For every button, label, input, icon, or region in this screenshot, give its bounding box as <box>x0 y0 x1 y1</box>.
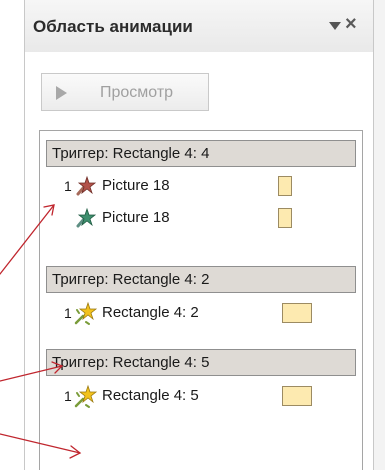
trigger-header[interactable]: Триггер: Rectangle 4: 4 <box>46 140 356 167</box>
star-effect-yellow-icon <box>74 301 98 325</box>
right-edge-background <box>373 0 385 470</box>
pane-title: Область анимации <box>33 17 193 36</box>
stage: Область анимации × Просмотр Триггер: Rec… <box>0 0 385 470</box>
animation-list: Триггер: Rectangle 4: 4 1 Picture 18 Pic… <box>39 130 363 470</box>
close-icon[interactable]: × <box>345 14 357 34</box>
preview-button[interactable]: Просмотр <box>41 73 209 111</box>
row-number: 1 <box>64 388 72 404</box>
timing-bar[interactable] <box>278 208 292 228</box>
star-effect-green-icon <box>76 207 97 228</box>
row-number: 1 <box>64 305 72 321</box>
row-number: 1 <box>64 178 72 194</box>
trigger-header[interactable]: Триггер: Rectangle 4: 2 <box>46 266 356 293</box>
pane-header: Область анимации × <box>25 0 373 52</box>
trigger-label: Триггер: Rectangle 4: 4 <box>52 145 210 162</box>
star-effect-red-icon <box>76 175 97 196</box>
trigger-label: Триггер: Rectangle 4: 5 <box>52 354 210 371</box>
animation-pane: Область анимации × Просмотр Триггер: Rec… <box>24 0 374 470</box>
row-label: Picture 18 <box>102 177 170 194</box>
star-effect-yellow-icon <box>74 384 98 408</box>
trigger-label: Триггер: Rectangle 4: 2 <box>52 271 210 288</box>
trigger-header[interactable]: Триггер: Rectangle 4: 5 <box>46 349 356 376</box>
row-label: Rectangle 4: 5 <box>102 387 199 404</box>
timing-bar[interactable] <box>282 386 312 406</box>
animation-row[interactable]: Picture 18 <box>46 203 356 233</box>
timing-bar[interactable] <box>278 176 292 196</box>
row-label: Picture 18 <box>102 209 170 226</box>
animation-row[interactable]: 1 Picture 18 <box>46 171 356 201</box>
preview-button-label: Просмотр <box>100 84 174 101</box>
animation-row[interactable]: 1 Rectangle 4: 5 <box>46 381 356 411</box>
animation-row[interactable]: 1 Rectangle 4: 2 <box>46 298 356 328</box>
row-label: Rectangle 4: 2 <box>102 304 199 321</box>
timing-bar[interactable] <box>282 303 312 323</box>
play-icon <box>56 86 67 100</box>
dropdown-arrow-icon[interactable] <box>329 22 341 30</box>
